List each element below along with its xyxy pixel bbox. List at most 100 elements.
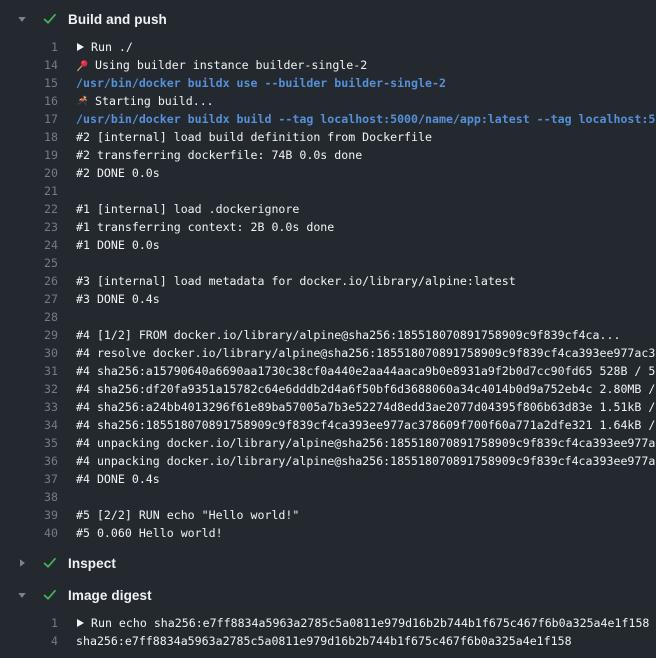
- log-line: 35 #4 unpacking docker.io/library/alpine@…: [0, 434, 656, 452]
- line-number[interactable]: 32: [0, 380, 58, 398]
- log-text-value: #4 resolve docker.io/library/alpine@sha2…: [76, 344, 655, 362]
- log-text-value: #4 [1/2] FROM docker.io/library/alpine@s…: [76, 326, 620, 344]
- log-line: 16 Starting build...: [0, 92, 656, 110]
- line-number[interactable]: 38: [0, 488, 58, 506]
- section-header-build-and-push[interactable]: Build and push: [0, 6, 656, 32]
- line-number[interactable]: 35: [0, 434, 58, 452]
- line-number[interactable]: 22: [0, 200, 58, 218]
- log-text: #4 unpacking docker.io/library/alpine@sh…: [76, 434, 656, 452]
- section-image-digest: Image digest 1 Run echo sha256:e7ff8834a5…: [0, 582, 656, 650]
- chevron-right-icon: [17, 558, 27, 568]
- log-text: #4 sha256:a15790640a6690aa1730c38cf0a440…: [76, 362, 656, 380]
- line-number[interactable]: 30: [0, 344, 58, 362]
- log-text: #4 sha256:185518070891758909c9f839cf4ca3…: [76, 416, 656, 434]
- chevron-down-icon: [17, 590, 27, 600]
- section-title: Build and push: [68, 12, 167, 27]
- line-number[interactable]: 34: [0, 416, 58, 434]
- runner-icon: [76, 95, 89, 108]
- line-number[interactable]: 39: [0, 506, 58, 524]
- log-line: 15/usr/bin/docker buildx use --builder b…: [0, 74, 656, 92]
- log-line: 33#4 sha256:a24bb4013296f61e89ba57005a7b…: [0, 398, 656, 416]
- log-text-value: #4 sha256:185518070891758909c9f839cf4ca3…: [76, 416, 655, 434]
- log-line: 37 #4 DONE 0.4s: [0, 470, 656, 488]
- chevron-down-icon: [17, 14, 27, 24]
- log-lines-image-digest: 1 Run echo sha256:e7ff8834a5963a2785c5a08…: [0, 614, 656, 650]
- line-number[interactable]: 17: [0, 110, 58, 128]
- log-text-value: Using builder instance builder-single-2: [95, 56, 367, 74]
- section-header-inspect[interactable]: Inspect: [0, 550, 656, 576]
- log-text-value: #1 transferring context: 2B 0.0s done: [76, 218, 334, 236]
- log-text-value: #1 [internal] load .dockerignore: [76, 200, 299, 218]
- line-number[interactable]: 28: [0, 308, 58, 326]
- log-text: #1 transferring context: 2B 0.0s done: [76, 218, 656, 236]
- log-text: #1 [internal] load .dockerignore: [76, 200, 656, 218]
- line-number[interactable]: 4: [0, 632, 58, 650]
- line-number[interactable]: 20: [0, 164, 58, 182]
- line-number[interactable]: 24: [0, 236, 58, 254]
- line-number[interactable]: 36: [0, 452, 58, 470]
- section-title: Inspect: [68, 556, 116, 571]
- log-text: #1 DONE 0.0s: [76, 236, 656, 254]
- log-text-value: #4 sha256:a15790640a6690aa1730c38cf0a440…: [76, 362, 655, 380]
- log-line: 19 #2 transferring dockerfile: 74B 0.0s d…: [0, 146, 656, 164]
- line-number[interactable]: 18: [0, 128, 58, 146]
- line-number[interactable]: 33: [0, 398, 58, 416]
- log-text-value: sha256:e7ff8834a5963a2785c5a0811e979d16b…: [76, 632, 572, 650]
- log-line: 34 #4 sha256:185518070891758909c9f839cf4c…: [0, 416, 656, 434]
- log-text: #2 [internal] load build definition from…: [76, 128, 656, 146]
- log-line: 24 #1 DONE 0.0s: [0, 236, 656, 254]
- log-text-value: #3 DONE 0.4s: [76, 290, 160, 308]
- section-header-image-digest[interactable]: Image digest: [0, 582, 656, 608]
- log-text-value: #5 0.060 Hello world!: [76, 524, 223, 542]
- line-number[interactable]: 23: [0, 218, 58, 236]
- line-number[interactable]: 1: [0, 38, 58, 56]
- log-text: #2 transferring dockerfile: 74B 0.0s don…: [76, 146, 656, 164]
- log-line: 23 #1 transferring context: 2B 0.0s done: [0, 218, 656, 236]
- log-text: #4 unpacking docker.io/library/alpine@sh…: [76, 452, 656, 470]
- log-line: 1 Run echo sha256:e7ff8834a5963a2785c5a08…: [0, 614, 656, 632]
- line-number[interactable]: 1: [0, 614, 58, 632]
- line-number[interactable]: 25: [0, 254, 58, 272]
- expand-run-icon[interactable]: [76, 42, 85, 52]
- log-text: #5 0.060 Hello world!: [76, 524, 656, 542]
- section-inspect: Inspect: [0, 550, 656, 576]
- line-number[interactable]: 31: [0, 362, 58, 380]
- line-number[interactable]: 26: [0, 272, 58, 290]
- line-number[interactable]: 29: [0, 326, 58, 344]
- line-number[interactable]: 15: [0, 74, 58, 92]
- log-line: 18 #2 [internal] load build definition fr…: [0, 128, 656, 146]
- log-line: 17/usr/bin/docker buildx build --tag loc…: [0, 110, 656, 128]
- line-number[interactable]: 19: [0, 146, 58, 164]
- pushpin-icon: [76, 59, 89, 72]
- log-line: 4 sha256:e7ff8834a5963a2785c5a0811e979d16…: [0, 632, 656, 650]
- log-text-value: Run echo sha256:e7ff8834a5963a2785c5a081…: [91, 614, 649, 632]
- line-number[interactable]: 21: [0, 182, 58, 200]
- log-text-value: #2 DONE 0.0s: [76, 164, 160, 182]
- check-icon: [43, 589, 57, 601]
- log-line: 39#5 [2/2] RUN echo "Hello world!": [0, 506, 656, 524]
- log-text: Starting build...: [76, 92, 656, 110]
- log-line: 22 #1 [internal] load .dockerignore: [0, 200, 656, 218]
- log-line: 29 #4 [1/2] FROM docker.io/library/alpine…: [0, 326, 656, 344]
- log-line: 30 #4 resolve docker.io/library/alpine@sh…: [0, 344, 656, 362]
- log-text-value: /usr/bin/docker buildx use --builder bui…: [76, 74, 446, 92]
- line-number[interactable]: 40: [0, 524, 58, 542]
- log-text: #2 DONE 0.0s: [76, 164, 656, 182]
- log-text: Run echo sha256:e7ff8834a5963a2785c5a081…: [76, 614, 656, 632]
- log-text: #3 [internal] load metadata for docker.i…: [76, 272, 656, 290]
- line-number[interactable]: 16: [0, 92, 58, 110]
- log-text-value: Starting build...: [95, 92, 214, 110]
- line-number[interactable]: 14: [0, 56, 58, 74]
- log-text-value: Run ./: [91, 38, 133, 56]
- log-line: 28: [0, 308, 656, 326]
- section-title: Image digest: [68, 588, 152, 603]
- log-text-value: #4 DONE 0.4s: [76, 470, 160, 488]
- line-number[interactable]: 37: [0, 470, 58, 488]
- log-line: 31 #4 sha256:a15790640a6690aa1730c38cf0a4…: [0, 362, 656, 380]
- log-text-value: /usr/bin/docker buildx build --tag local…: [76, 110, 656, 128]
- expand-run-icon[interactable]: [76, 618, 85, 628]
- log-text-value: #4 sha256:df20fa9351a15782c64e6dddb2d4a6…: [76, 380, 655, 398]
- log-line: 21: [0, 182, 656, 200]
- line-number[interactable]: 27: [0, 290, 58, 308]
- log-line: 1 Run ./: [0, 38, 656, 56]
